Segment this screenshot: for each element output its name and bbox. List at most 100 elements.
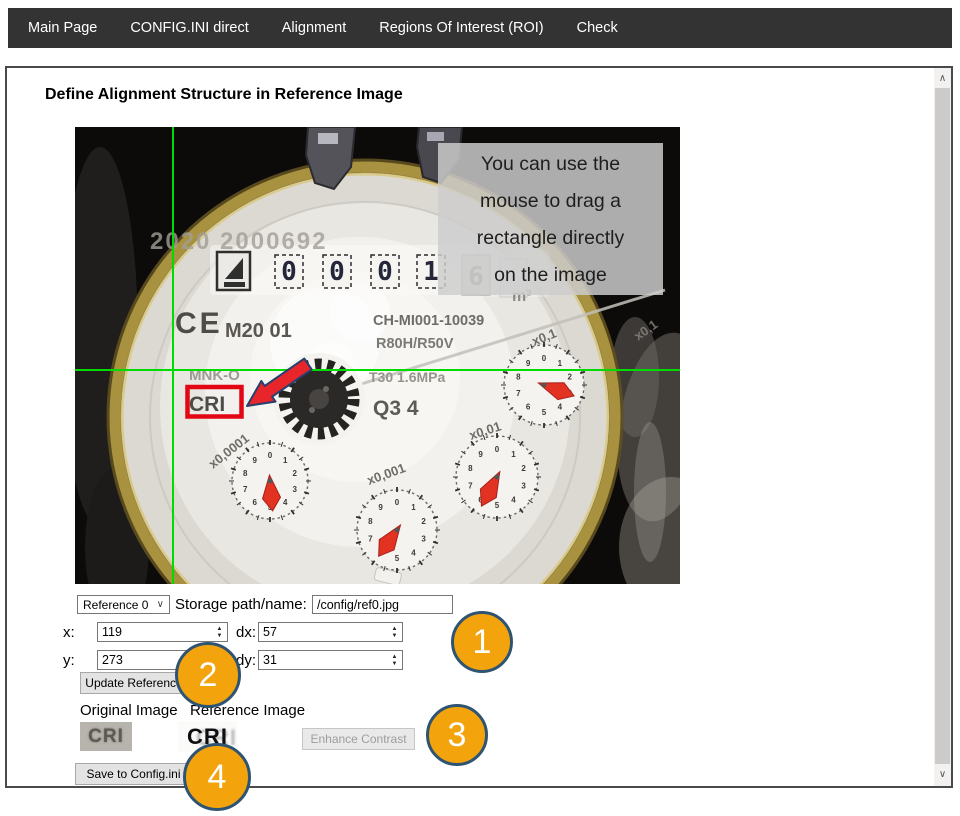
svg-text:7: 7 — [243, 485, 248, 494]
callout-1-number: 1 — [473, 623, 492, 662]
dx-input[interactable] — [258, 622, 403, 642]
svg-text:7: 7 — [516, 389, 521, 398]
svg-text:1: 1 — [558, 359, 563, 368]
meter-gear — [273, 353, 365, 445]
dy-field: ▲ ▼ — [258, 650, 403, 670]
svg-text:4: 4 — [511, 495, 516, 504]
svg-text:8: 8 — [516, 372, 521, 381]
meter-flow: Q3 4 — [373, 397, 419, 420]
top-nav: Main Page CONFIG.INI direct Alignment Re… — [8, 8, 952, 48]
counter-digit: 0 — [281, 257, 297, 287]
callout-2: 2 — [175, 642, 241, 708]
svg-text:9: 9 — [526, 359, 531, 368]
counter-digit: 0 — [377, 257, 393, 287]
reference-select[interactable]: Reference 0 ∨ — [77, 595, 170, 614]
reference-image[interactable]: 2020 2000692 0 0 0 1 6 m³ — [75, 127, 680, 584]
scroll-down-icon: ∨ — [939, 769, 946, 780]
ce-mark: CE — [175, 307, 223, 340]
svg-text:6: 6 — [252, 498, 257, 507]
nav-main-page[interactable]: Main Page — [28, 20, 97, 36]
page-title: Define Alignment Structure in Reference … — [45, 86, 403, 104]
svg-text:2: 2 — [567, 372, 572, 381]
svg-text:1: 1 — [411, 503, 416, 512]
meter-roi-text: CRI — [189, 393, 225, 416]
svg-text:4: 4 — [558, 403, 563, 412]
svg-text:0: 0 — [268, 451, 273, 460]
x-input[interactable] — [97, 622, 228, 642]
svg-text:2: 2 — [521, 464, 526, 473]
update-reference-button[interactable]: Update Reference — [80, 672, 188, 694]
storage-path-label: Storage path/name: — [175, 596, 307, 613]
svg-text:2: 2 — [293, 469, 298, 478]
original-image-thumb: CRI — [80, 722, 132, 751]
callout-4-number: 4 — [208, 758, 227, 797]
dx-field: ▲ ▼ — [258, 622, 403, 642]
enhance-contrast-button[interactable]: Enhance Contrast — [302, 728, 415, 750]
svg-text:5: 5 — [395, 554, 400, 563]
svg-text:7: 7 — [368, 534, 373, 543]
chevron-down-icon: ∨ — [157, 599, 164, 610]
nav-alignment[interactable]: Alignment — [282, 20, 346, 36]
callout-3-number: 3 — [448, 716, 467, 755]
spin-up-icon[interactable]: ▲ — [217, 626, 223, 632]
nav-regions-of-interest[interactable]: Regions Of Interest (ROI) — [379, 20, 543, 36]
callout-4: 4 — [183, 743, 251, 811]
meter-rating: T30 1.6MPa — [369, 369, 445, 385]
callout-2-number: 2 — [199, 656, 218, 695]
scroll-up-button[interactable]: ∧ — [934, 68, 951, 88]
save-to-config-button[interactable]: Save to Config.ini — [75, 763, 192, 785]
spin-down-icon[interactable]: ▼ — [392, 633, 398, 639]
svg-text:5: 5 — [542, 408, 547, 417]
counter-digit: 1 — [423, 257, 439, 287]
original-thumb-text: CRI — [88, 726, 124, 748]
svg-text:8: 8 — [243, 469, 248, 478]
svg-text:9: 9 — [378, 503, 383, 512]
svg-text:6: 6 — [526, 403, 531, 412]
original-image-label: Original Image — [80, 702, 178, 719]
spin-down-icon[interactable]: ▼ — [392, 661, 398, 667]
scroll-up-icon: ∧ — [939, 73, 946, 84]
svg-text:9: 9 — [478, 450, 483, 459]
svg-text:4: 4 — [411, 548, 416, 557]
scrollbar-thumb[interactable] — [935, 88, 950, 764]
dy-spinner[interactable]: ▲ ▼ — [387, 651, 402, 669]
storage-path-input[interactable] — [312, 595, 453, 614]
reference-select-value: Reference 0 — [83, 598, 148, 612]
svg-text:3: 3 — [521, 481, 526, 490]
meter-approval: CH-MI001-10039 — [373, 313, 484, 329]
x-label: x: — [63, 624, 75, 641]
spin-up-icon[interactable]: ▲ — [392, 626, 398, 632]
svg-text:9: 9 — [252, 456, 257, 465]
svg-text:0: 0 — [395, 498, 400, 507]
svg-text:4: 4 — [283, 498, 288, 507]
svg-text:8: 8 — [368, 517, 373, 526]
svg-text:2: 2 — [421, 517, 426, 526]
vertical-scrollbar[interactable]: ∧ ∨ — [934, 68, 951, 786]
dx-label: dx: — [236, 624, 256, 641]
svg-text:1: 1 — [283, 456, 288, 465]
nav-check[interactable]: Check — [577, 20, 618, 36]
dx-spinner[interactable]: ▲ ▼ — [387, 623, 402, 641]
svg-text:3: 3 — [293, 485, 298, 494]
meter-class: R80H/R50V — [376, 336, 454, 352]
svg-text:5: 5 — [495, 501, 500, 510]
spin-down-icon[interactable]: ▼ — [217, 633, 223, 639]
x-spinner[interactable]: ▲ ▼ — [212, 623, 227, 641]
y-label: y: — [63, 652, 75, 669]
callout-1: 1 — [451, 611, 513, 673]
svg-text:7: 7 — [468, 481, 473, 490]
svg-text:3: 3 — [421, 534, 426, 543]
svg-text:8: 8 — [468, 464, 473, 473]
content-frame: Define Alignment Structure in Reference … — [5, 66, 953, 788]
spin-up-icon[interactable]: ▲ — [392, 654, 398, 660]
nav-config-ini-direct[interactable]: CONFIG.INI direct — [130, 20, 248, 36]
callout-3: 3 — [426, 704, 488, 766]
svg-text:1: 1 — [511, 450, 516, 459]
drag-hint: You can use the mouse to drag a rectangl… — [438, 143, 663, 295]
svg-text:0: 0 — [495, 445, 500, 454]
scroll-down-button[interactable]: ∨ — [934, 764, 951, 784]
svg-text:0: 0 — [542, 354, 547, 363]
x-field: ▲ ▼ — [97, 622, 228, 642]
dy-input[interactable] — [258, 650, 403, 670]
counter-digit: 0 — [329, 257, 345, 287]
